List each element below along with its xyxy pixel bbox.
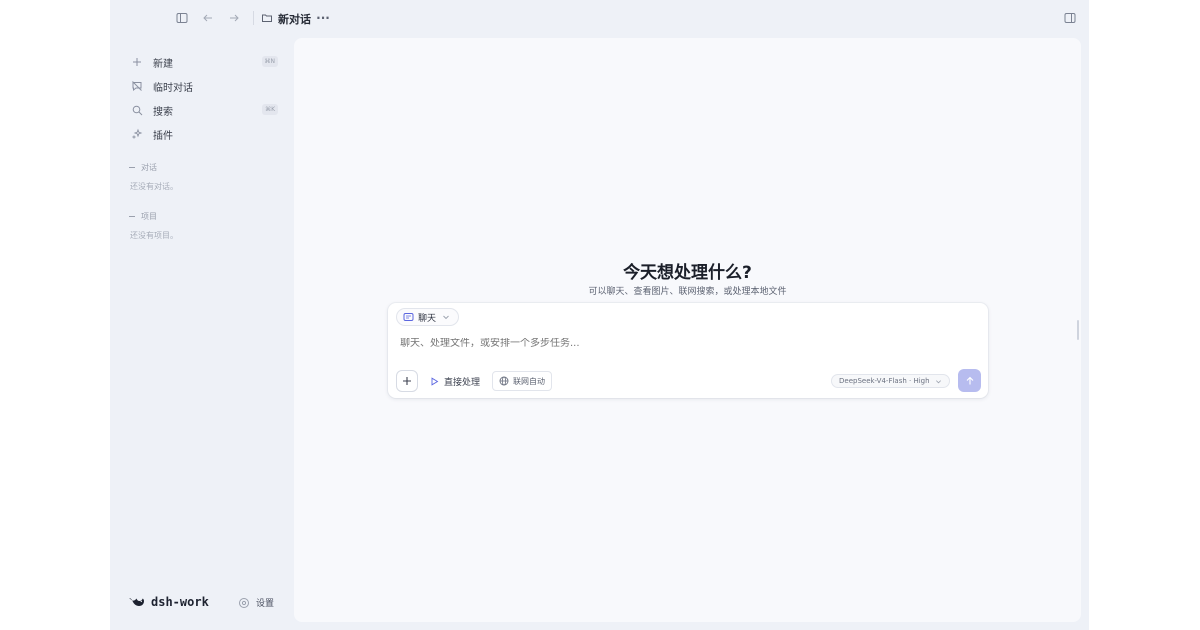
forward-arrow-icon[interactable]: [226, 10, 242, 26]
model-selector[interactable]: DeepSeek-V4-Flash · High: [831, 374, 950, 388]
toolbar-divider: [253, 11, 254, 25]
chevron-down-icon: [935, 378, 942, 385]
empty-conversations-text: 还没有对话。: [130, 182, 178, 191]
plus-icon: [130, 55, 144, 69]
folder-icon: [259, 10, 275, 26]
shortcut-hint: ⌘N: [261, 56, 278, 67]
main-panel: 今天想处理什么? 可以聊天、查看图片、联网搜索，或处理本地文件 聊天 聊天、处理…: [294, 38, 1081, 622]
more-options-icon[interactable]: ···: [314, 10, 332, 26]
empty-projects-text: 还没有项目。: [130, 231, 178, 240]
right-panel-toggle-icon[interactable]: [1062, 10, 1078, 26]
chat-bubble-icon: [403, 312, 414, 323]
back-arrow-icon[interactable]: [200, 10, 216, 26]
search-icon: [130, 103, 144, 117]
temp-chat-icon: [130, 79, 144, 93]
sidebar-item-label: 插件: [153, 130, 173, 142]
sidebar-item-search[interactable]: 搜索 ⌘K: [126, 100, 278, 120]
section-title: 项目: [141, 212, 157, 221]
sparkle-icon: [130, 127, 144, 141]
sidebar-item-label: 临时对话: [153, 82, 193, 94]
whale-logo-icon: [128, 595, 146, 609]
web-search-label: 联网自动: [513, 376, 545, 386]
top-bar: 新对话 ···: [110, 0, 1089, 36]
model-label: DeepSeek-V4-Flash · High: [839, 377, 930, 385]
sidebar-item-temp-chat[interactable]: 临时对话: [126, 76, 278, 96]
gear-icon: [238, 597, 250, 609]
sidebar-item-label: 新建: [153, 58, 173, 70]
section-projects-toggle[interactable]: 项目: [129, 211, 157, 222]
page-subtitle: 可以聊天、查看图片、联网搜索，或处理本地文件: [588, 287, 787, 297]
section-conversations-toggle[interactable]: 对话: [129, 162, 157, 173]
prompt-input[interactable]: [400, 338, 970, 349]
brand-name: dsh-work: [151, 595, 209, 609]
direct-process-label: 直接处理: [444, 377, 481, 388]
brand: dsh-work: [128, 595, 209, 609]
sidebar-toggle-icon[interactable]: [174, 10, 190, 26]
collapse-icon: [129, 167, 135, 168]
globe-icon: [499, 376, 509, 386]
collapse-icon: [129, 216, 135, 217]
chevron-down-icon: [442, 313, 450, 321]
play-icon: [430, 376, 439, 386]
web-search-toggle[interactable]: 联网自动: [492, 371, 552, 391]
direct-process-button[interactable]: 直接处理: [430, 373, 480, 389]
sidebar-item-label: 搜索: [153, 106, 173, 118]
conversation-title: 新对话: [278, 13, 311, 26]
section-title: 对话: [141, 163, 157, 172]
sidebar: 新建 ⌘N 临时对话 搜索 ⌘K 插件 对话 还没有对话。 项目 还没有项目。 …: [110, 36, 293, 630]
page-title: 今天想处理什么?: [623, 263, 752, 283]
mode-label: 聊天: [418, 313, 437, 324]
arrow-up-icon: [966, 376, 973, 384]
shortcut-hint: ⌘K: [262, 104, 278, 115]
sidebar-item-plugins[interactable]: 插件: [126, 124, 278, 144]
settings-label: 设置: [256, 599, 275, 609]
scrollbar[interactable]: [1077, 320, 1079, 340]
mode-selector[interactable]: 聊天: [396, 308, 460, 326]
settings-button[interactable]: 设置: [238, 596, 274, 609]
sidebar-item-new[interactable]: 新建 ⌘N: [126, 52, 278, 72]
app-window: 新对话 ··· 新建 ⌘N 临时对话 搜索 ⌘K 插件 对话 还没有对话。 项目…: [110, 0, 1089, 630]
send-button[interactable]: [958, 369, 981, 392]
composer: 聊天 直接处理 联网自动: [388, 303, 988, 398]
attach-button[interactable]: [396, 370, 418, 392]
plus-icon: [403, 377, 411, 385]
